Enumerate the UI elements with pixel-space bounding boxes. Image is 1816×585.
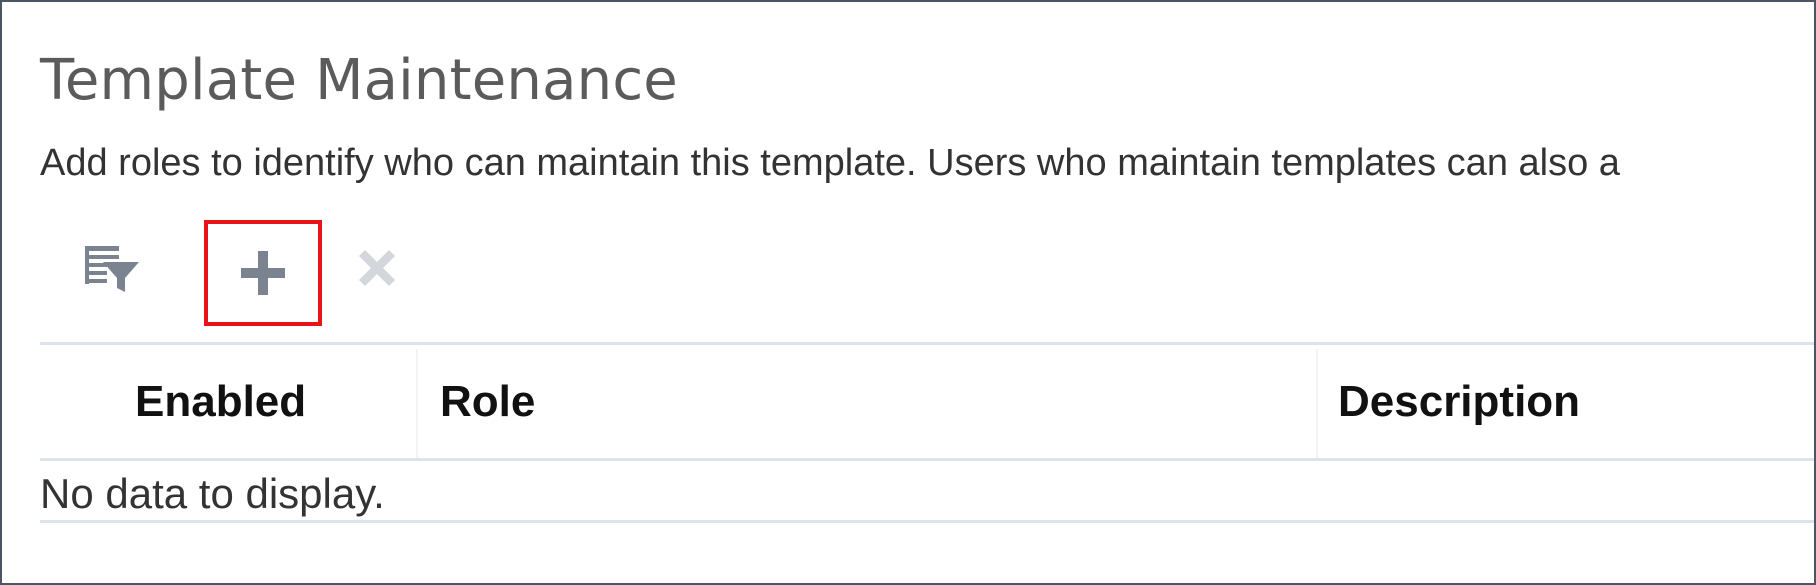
table-toolbar (40, 214, 1814, 334)
table-bottom-divider (40, 520, 1814, 523)
empty-table-message: No data to display. (40, 470, 385, 517)
add-icon (241, 251, 285, 295)
table-header-divider (40, 458, 1814, 461)
delete-icon (359, 250, 395, 286)
column-separator (1316, 349, 1318, 458)
query-by-example-icon (85, 246, 139, 292)
query-by-example-button[interactable] (76, 236, 146, 300)
delete-button[interactable] (342, 236, 412, 300)
add-button[interactable] (204, 220, 322, 326)
template-maintenance-panel: Template Maintenance Add roles to identi… (0, 0, 1816, 585)
column-header-enabled[interactable]: Enabled (135, 345, 306, 458)
column-separator (416, 349, 418, 458)
column-header-description[interactable]: Description (1338, 345, 1580, 458)
table-header-row: Enabled Role Description (40, 345, 1814, 458)
instructions-text: Add roles to identify who can maintain t… (40, 142, 1620, 184)
page-title: Template Maintenance (40, 48, 678, 113)
column-header-role[interactable]: Role (440, 345, 535, 458)
